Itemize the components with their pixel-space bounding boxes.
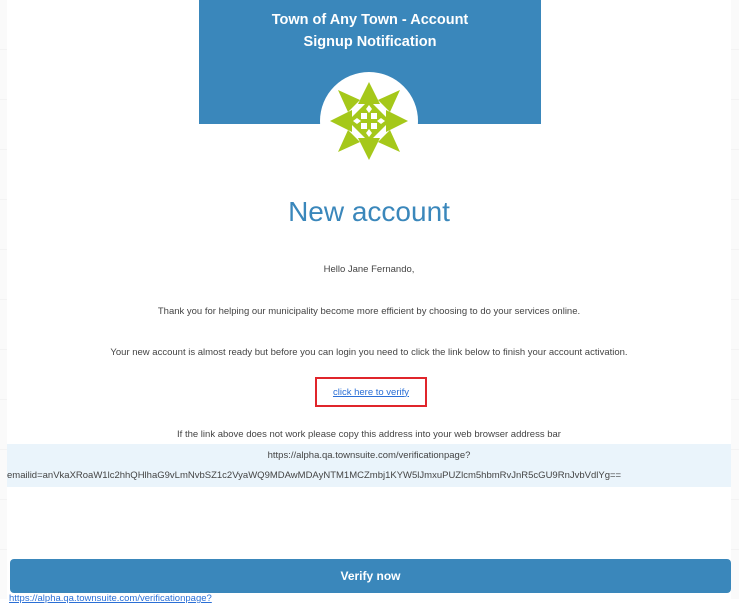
greeting-text: Hello Jane Fernando, [323, 264, 415, 275]
header-title-line1: Town of Any Town - Account [271, 12, 469, 28]
town-logo [320, 72, 418, 170]
verify-now-button[interactable]: Verify now [10, 559, 731, 593]
verify-link-highlight: click here to verify [315, 377, 427, 407]
url-line-2: emailid=anVkaXRoaW1lc2hhQHlhaG9vLmNvbSZ1… [7, 470, 622, 481]
page-title: New account [288, 196, 450, 227]
verification-url-block: https://alpha.qa.townsuite.com/verificat… [7, 444, 731, 487]
email-card: Town of Any Town - Account Signup Notifi… [7, 0, 731, 604]
fallback-note: If the link above does not work please c… [177, 429, 561, 440]
thanks-text: Thank you for helping our municipality b… [157, 306, 581, 317]
url-line-1: https://alpha.qa.townsuite.com/verificat… [267, 450, 471, 461]
header-title-line2: Signup Notification [303, 34, 437, 50]
verify-link[interactable]: click here to verify [333, 387, 409, 398]
geometric-star-logo-icon [330, 82, 408, 160]
instruction-text: Your new account is almost ready but bef… [110, 347, 628, 358]
